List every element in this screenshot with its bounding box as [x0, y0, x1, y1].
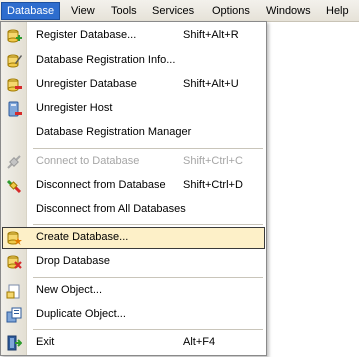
- menu-tools[interactable]: Tools: [106, 2, 142, 20]
- menu-help[interactable]: Help: [321, 2, 354, 20]
- menu-windows[interactable]: Windows: [261, 2, 316, 20]
- connect-icon: [6, 154, 22, 170]
- menu-item-unregister-host[interactable]: Unregister Host: [2, 98, 265, 120]
- menu-item-label: Unregister Database: [36, 78, 137, 90]
- menu-item-label: Duplicate Object...: [36, 308, 126, 320]
- menu-item-label: Database Registration Manager: [36, 126, 192, 138]
- create-database-icon: [6, 230, 22, 246]
- database-dropdown-menu: Register Database... Shift+Alt+R Databas…: [0, 21, 267, 356]
- registration-info-icon: [6, 53, 22, 69]
- menu-item-registration-info[interactable]: Database Registration Info...: [2, 50, 265, 72]
- menu-item-shortcut: Shift+Ctrl+D: [183, 179, 243, 191]
- menu-services[interactable]: Services: [147, 2, 199, 20]
- menu-database-label: Database: [7, 5, 55, 17]
- menu-bar: Database View Tools Services Options Win…: [0, 0, 359, 22]
- menu-item-label: Database Registration Info...: [36, 54, 176, 66]
- menu-help-label: Help: [326, 5, 349, 17]
- menu-item-label: Disconnect from All Databases: [36, 203, 186, 215]
- menu-item-label: Disconnect from Database: [36, 179, 166, 191]
- menu-windows-label: Windows: [266, 5, 311, 17]
- menu-item-connect-database[interactable]: Connect to Database Shift+Ctrl+C: [2, 151, 265, 173]
- menu-item-registration-manager[interactable]: Database Registration Manager: [2, 122, 265, 144]
- menu-database[interactable]: Database: [1, 2, 61, 20]
- menu-options-label: Options: [212, 5, 250, 17]
- menu-separator: [33, 148, 263, 149]
- menu-separator: [33, 329, 263, 330]
- menu-item-label: Exit: [36, 336, 55, 348]
- menu-item-label: Unregister Host: [36, 102, 113, 114]
- register-database-icon: [6, 28, 22, 44]
- menu-item-label: New Object...: [36, 284, 103, 296]
- unregister-database-icon: [6, 77, 22, 93]
- exit-icon: [6, 335, 23, 351]
- menu-separator: [33, 224, 263, 225]
- menu-item-label: Drop Database: [36, 255, 110, 267]
- drop-database-icon: [6, 254, 22, 270]
- disconnect-icon: [6, 178, 22, 194]
- menu-view[interactable]: View: [66, 2, 100, 20]
- menu-view-label: View: [71, 5, 95, 17]
- duplicate-object-icon: [6, 307, 22, 323]
- menu-item-label: Connect to Database: [36, 155, 140, 167]
- menu-item-new-object[interactable]: New Object...: [2, 280, 265, 302]
- menu-item-disconnect-database[interactable]: Disconnect from Database Shift+Ctrl+D: [2, 175, 265, 197]
- menu-item-create-database[interactable]: Create Database...: [2, 227, 265, 249]
- menu-item-label: Register Database...: [36, 29, 137, 41]
- menu-options[interactable]: Options: [207, 2, 255, 20]
- menu-item-unregister-database[interactable]: Unregister Database Shift+Alt+U: [2, 74, 265, 96]
- menu-item-exit[interactable]: Exit Alt+F4: [2, 332, 265, 354]
- menu-item-shortcut: Shift+Alt+U: [183, 78, 239, 90]
- menu-item-shortcut: Alt+F4: [183, 336, 216, 348]
- menu-item-label: Create Database...: [36, 231, 129, 243]
- menu-services-label: Services: [152, 5, 195, 17]
- menu-item-register-database[interactable]: Register Database... Shift+Alt+R: [2, 25, 265, 47]
- menu-item-disconnect-all[interactable]: Disconnect from All Databases: [2, 199, 265, 221]
- new-object-icon: [6, 283, 22, 299]
- menu-item-drop-database[interactable]: Drop Database: [2, 251, 265, 273]
- menu-item-shortcut: Shift+Ctrl+C: [183, 155, 243, 167]
- menu-tools-label: Tools: [111, 5, 137, 17]
- menu-separator: [33, 277, 263, 278]
- menu-item-shortcut: Shift+Alt+R: [183, 29, 239, 41]
- menu-item-duplicate-object[interactable]: Duplicate Object...: [2, 304, 265, 326]
- unregister-host-icon: [6, 101, 22, 117]
